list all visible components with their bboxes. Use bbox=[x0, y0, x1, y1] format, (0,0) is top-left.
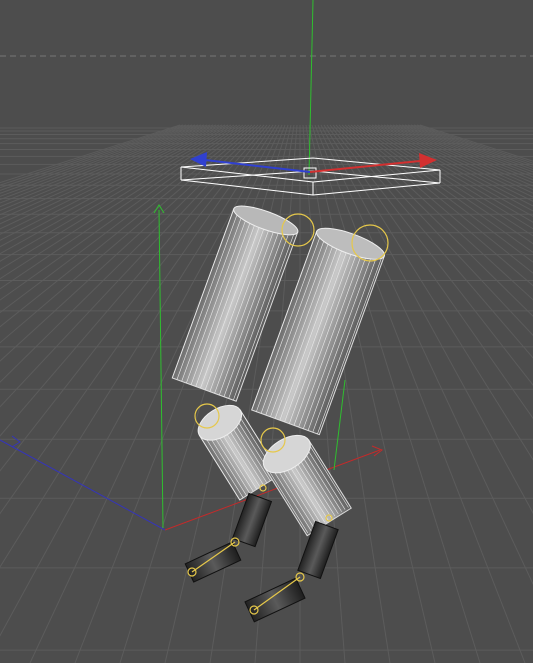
character-model[interactable] bbox=[171, 200, 389, 623]
3d-viewport[interactable] bbox=[0, 0, 533, 663]
z-axis-arrow-icon bbox=[11, 435, 21, 448]
grid-line bbox=[392, 124, 533, 184]
grid-line bbox=[311, 124, 481, 663]
grid-line bbox=[329, 124, 533, 386]
grid-line bbox=[320, 124, 533, 514]
grid-line bbox=[74, 124, 286, 663]
grid-line bbox=[374, 124, 533, 207]
world-y-axis bbox=[308, 0, 314, 176]
grid-line bbox=[377, 124, 533, 202]
grid-line bbox=[0, 124, 226, 241]
world-z-axis bbox=[0, 439, 166, 531]
grid-line bbox=[0, 124, 232, 255]
shin-left[interactable] bbox=[231, 492, 273, 548]
grid-line bbox=[380, 124, 533, 198]
local-y-axis-2 bbox=[333, 379, 346, 471]
grid-line bbox=[350, 124, 533, 263]
grid-line bbox=[0, 124, 181, 184]
grid-line bbox=[386, 124, 533, 191]
grid-line bbox=[0, 124, 250, 314]
local-y-axis bbox=[158, 209, 164, 529]
viewport-canvas[interactable] bbox=[0, 0, 533, 663]
foot-right[interactable] bbox=[244, 577, 306, 623]
grid-line bbox=[0, 124, 253, 328]
grid-line bbox=[317, 124, 533, 586]
grid-line bbox=[314, 124, 526, 663]
grid-line bbox=[0, 124, 235, 262]
grid-line bbox=[332, 124, 533, 359]
selection-box-bottom bbox=[180, 170, 441, 196]
grid-line bbox=[413, 124, 533, 166]
grid-line bbox=[359, 124, 533, 237]
grid-line bbox=[0, 124, 220, 230]
